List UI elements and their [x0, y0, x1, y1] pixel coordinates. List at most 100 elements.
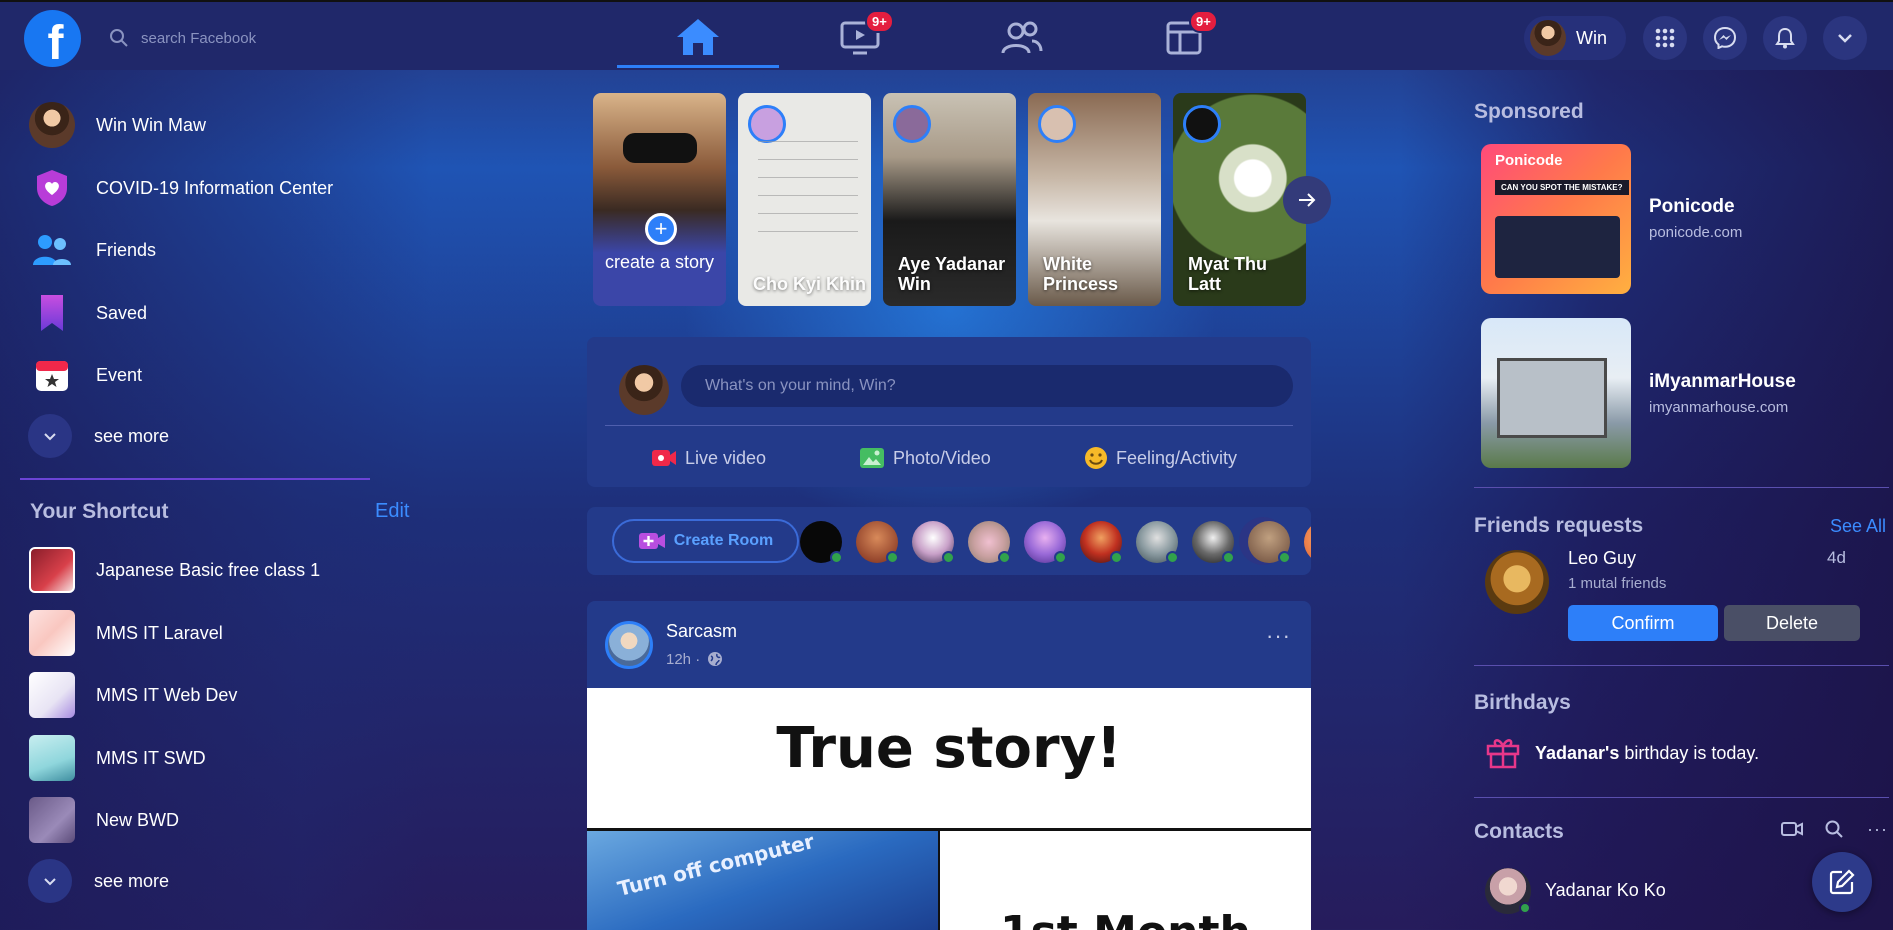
saved-bookmark-icon — [41, 295, 63, 331]
live-video-button[interactable]: Live video — [651, 443, 766, 473]
post-options-button[interactable]: ··· — [1266, 623, 1291, 649]
contacts-more-icon[interactable]: ··· — [1867, 819, 1888, 840]
story-card[interactable]: Aye Yadanar Win — [883, 93, 1016, 306]
sidebar-item-profile[interactable]: Win Win Maw — [28, 100, 206, 150]
grid-menu-icon — [1655, 28, 1675, 48]
story-avatar — [1183, 105, 1221, 143]
room-avatar[interactable] — [800, 521, 843, 564]
feeling-icon — [1085, 447, 1107, 469]
post-time-text: 12h · — [666, 651, 701, 668]
right-divider — [1474, 797, 1889, 798]
feeling-activity-button[interactable]: Feeling/Activity — [1084, 443, 1237, 473]
chevron-down-icon — [44, 877, 56, 885]
friend-request-avatar[interactable] — [1485, 550, 1549, 614]
shortcut-item[interactable]: MMS IT Web Dev — [28, 670, 237, 720]
post-author-avatar[interactable] — [605, 621, 653, 669]
see-all-link[interactable]: See All — [1830, 516, 1886, 537]
shortcut-label: MMS IT SWD — [96, 747, 206, 768]
composer-input[interactable]: What's on your mind, Win? — [681, 365, 1293, 407]
room-avatar[interactable] — [1192, 521, 1235, 564]
shortcut-see-more[interactable]: see more — [28, 856, 169, 906]
birthday-text: Yadanar's birthday is today. — [1535, 743, 1759, 764]
nav-watch-tab[interactable]: 9+ — [779, 8, 941, 68]
room-avatar[interactable] — [1248, 521, 1291, 564]
post-image[interactable]: True story! — [587, 688, 1311, 828]
shortcut-label: Japanese Basic free class 1 — [96, 559, 321, 580]
birthday-name[interactable]: Yadanar's — [1535, 743, 1619, 763]
sidebar-item-friends[interactable]: Friends — [28, 225, 156, 275]
covid-shield-icon — [37, 170, 67, 206]
video-call-icon[interactable] — [1781, 821, 1803, 842]
story-name: Cho Kyi Khin — [753, 274, 866, 294]
create-story-card[interactable]: + create a story — [593, 93, 726, 306]
delete-button[interactable]: Delete — [1724, 605, 1860, 641]
shortcut-item[interactable]: MMS IT SWD — [28, 733, 206, 783]
room-avatar[interactable] — [1080, 521, 1123, 564]
confirm-button[interactable]: Confirm — [1568, 605, 1718, 641]
room-avatar[interactable] — [1304, 521, 1311, 563]
shortcut-item[interactable]: New BWD — [28, 795, 179, 845]
public-globe-icon — [708, 652, 723, 666]
contact-name[interactable]: Yadanar Ko Ko — [1545, 880, 1666, 901]
sidebar-item-covid[interactable]: COVID-19 Information Center — [28, 163, 333, 213]
ad-tagline: CAN YOU SPOT THE MISTAKE? — [1495, 180, 1629, 195]
menu-button[interactable] — [1643, 16, 1687, 60]
shortcut-thumbnail — [29, 672, 75, 718]
ad-title[interactable]: Ponicode — [1649, 196, 1735, 218]
online-indicator — [886, 551, 899, 564]
event-calendar-icon — [36, 361, 68, 391]
shortcut-edit-link[interactable]: Edit — [375, 500, 409, 523]
profile-chip[interactable]: Win — [1524, 16, 1626, 60]
shortcut-item[interactable]: Japanese Basic free class 1 — [28, 545, 320, 595]
sidebar-item-saved[interactable]: Saved — [28, 288, 147, 338]
avatar — [29, 102, 75, 148]
contact-avatar[interactable] — [1485, 868, 1531, 914]
compose-icon — [1829, 869, 1855, 895]
sidebar-item-event[interactable]: Event — [28, 350, 142, 400]
search-input[interactable] — [141, 29, 381, 47]
photo-video-button[interactable]: Photo/Video — [859, 443, 991, 473]
birthday-gift-icon — [1485, 733, 1521, 774]
live-video-label: Live video — [685, 447, 767, 468]
top-navigation-bar: f 9+ 9+ Win — [0, 0, 1893, 70]
sidebar-item-label: Win Win Maw — [96, 114, 207, 135]
create-room-button[interactable]: Create Room — [612, 519, 799, 563]
meme-text-left: Turn off computer — [615, 828, 817, 902]
meme-panel-left: Turn off computer — [587, 828, 938, 930]
room-avatar[interactable] — [1136, 521, 1179, 564]
account-dropdown-button[interactable] — [1823, 16, 1867, 60]
contacts-search-icon[interactable] — [1825, 820, 1843, 843]
messenger-button[interactable] — [1703, 16, 1747, 60]
new-message-button[interactable] — [1812, 852, 1872, 912]
ad-image-imyanmarhouse[interactable] — [1481, 318, 1631, 468]
post-author-name[interactable]: Sarcasm — [666, 621, 737, 642]
ad-title[interactable]: iMyanmarHouse — [1649, 371, 1796, 393]
sidebar-divider — [20, 478, 370, 480]
room-avatar[interactable] — [1024, 521, 1067, 564]
nav-pages-tab[interactable]: 9+ — [1103, 8, 1265, 68]
friend-request-name[interactable]: Leo Guy — [1568, 548, 1636, 569]
ad-building-shape — [1497, 358, 1607, 438]
search-box[interactable] — [105, 20, 405, 56]
story-card[interactable]: White Princess — [1028, 93, 1161, 306]
story-avatar — [1038, 105, 1076, 143]
home-icon — [677, 18, 719, 55]
photo-video-label: Photo/Video — [893, 447, 991, 468]
room-avatar[interactable] — [856, 521, 899, 564]
sidebar-see-more[interactable]: see more — [28, 411, 169, 461]
room-avatar[interactable] — [912, 521, 955, 564]
ad-image-ponicode[interactable]: Ponicode CAN YOU SPOT THE MISTAKE? — [1481, 144, 1631, 294]
story-card[interactable]: Cho Kyi Khin — [738, 93, 871, 306]
stories-next-button[interactable] — [1283, 176, 1331, 224]
facebook-logo[interactable]: f — [24, 10, 81, 70]
notifications-button[interactable] — [1763, 16, 1807, 60]
nav-home-tab[interactable] — [617, 8, 779, 68]
online-indicator — [830, 551, 843, 564]
shortcut-item[interactable]: MMS IT Laravel — [28, 608, 223, 658]
room-avatar[interactable] — [968, 521, 1011, 564]
see-more-label: see more — [94, 870, 170, 891]
nav-groups-tab[interactable] — [941, 8, 1103, 68]
profile-name: Win — [1576, 27, 1607, 48]
shortcut-thumbnail — [29, 610, 75, 656]
friend-request-mutual: 1 mutal friends — [1568, 575, 1667, 592]
